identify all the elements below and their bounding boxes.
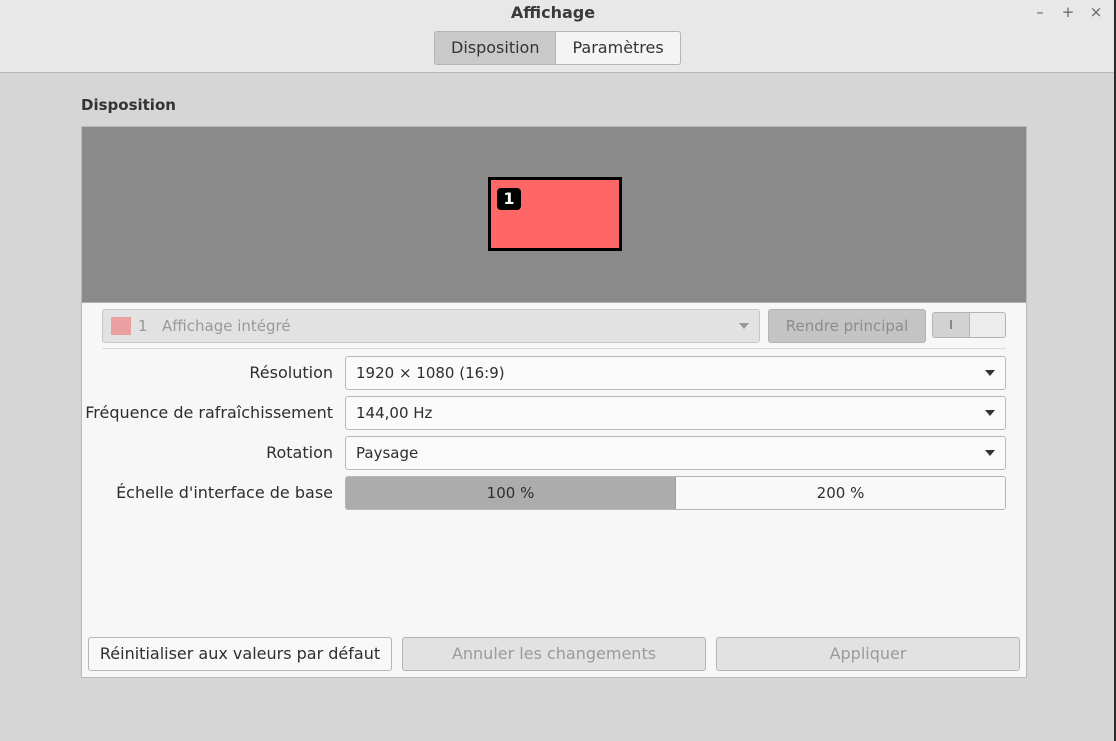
toggle-knob [969, 313, 1005, 337]
monitor-select-name: Affichage intégré [162, 317, 291, 335]
layout-panel: 1 1 Affichage intégré Rendre principal I… [81, 126, 1027, 678]
rotation-combo[interactable]: Paysage [345, 436, 1006, 470]
chevron-down-icon [739, 323, 749, 329]
monitor-enable-toggle[interactable]: I [932, 312, 1006, 338]
rotation-value: Paysage [356, 444, 419, 462]
toggle-on-label: I [933, 313, 969, 337]
rotation-label: Rotation [266, 443, 333, 462]
close-button[interactable]: × [1084, 1, 1108, 23]
chevron-down-icon [985, 410, 995, 416]
section-title: Disposition [81, 96, 176, 114]
monitor-number-badge: 1 [497, 188, 521, 210]
monitor-1[interactable]: 1 [488, 177, 622, 251]
monitor-select-number: 1 [138, 317, 148, 335]
refresh-rate-combo[interactable]: 144,00 Hz [345, 396, 1006, 430]
tab-switcher: Disposition Paramètres [434, 31, 681, 65]
maximize-button[interactable]: + [1056, 1, 1080, 23]
chevron-down-icon [985, 450, 995, 456]
reset-defaults-button[interactable]: Réinitialiser aux valeurs par défaut [88, 637, 392, 671]
monitor-color-swatch [111, 317, 131, 335]
title-bar: Affichage – + × Disposition Paramètres [0, 0, 1114, 73]
chevron-down-icon [985, 370, 995, 376]
make-primary-button[interactable]: Rendre principal [768, 309, 926, 343]
cancel-changes-button[interactable]: Annuler les changements [402, 637, 706, 671]
refresh-rate-value: 144,00 Hz [356, 404, 433, 422]
refresh-rate-label: Fréquence de rafraîchissement [85, 403, 333, 422]
tab-disposition[interactable]: Disposition [435, 32, 557, 64]
divider [102, 348, 1006, 349]
apply-button[interactable]: Appliquer [716, 637, 1020, 671]
scale-label: Échelle d'interface de base [116, 483, 333, 502]
scale-200-button[interactable]: 200 % [676, 477, 1005, 509]
resolution-label: Résolution [249, 363, 333, 382]
resolution-combo[interactable]: 1920 × 1080 (16:9) [345, 356, 1006, 390]
monitor-arrangement-canvas: 1 [82, 127, 1026, 303]
minimize-button[interactable]: – [1028, 1, 1052, 23]
resolution-value: 1920 × 1080 (16:9) [356, 364, 505, 382]
scale-toggle-group: 100 % 200 % [345, 476, 1006, 510]
monitor-select[interactable]: 1 Affichage intégré [102, 309, 760, 343]
scale-100-button[interactable]: 100 % [346, 477, 676, 509]
tab-parametres[interactable]: Paramètres [556, 32, 680, 64]
window-title: Affichage [510, 3, 596, 22]
